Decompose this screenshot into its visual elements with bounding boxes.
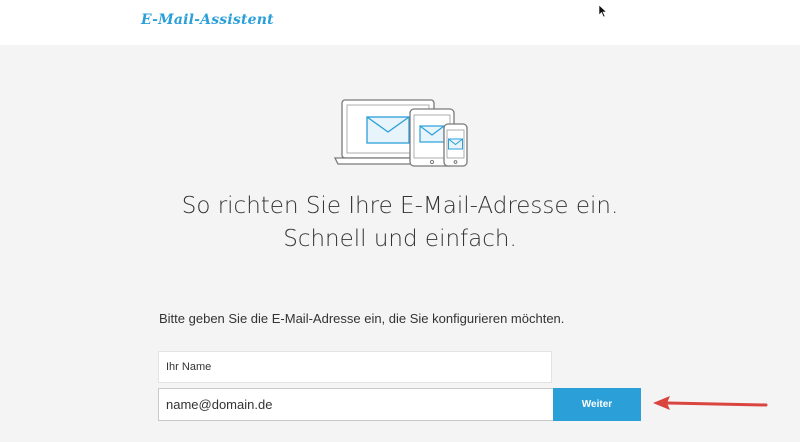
- headline-line-1: So richten Sie Ihre E-Mail-Adresse ein.: [181, 193, 619, 219]
- email-input[interactable]: [158, 388, 554, 421]
- page-headline: So richten Sie Ihre E-Mail-Adresse ein. …: [0, 190, 800, 256]
- laptop-tablet-phone-mail-icon: [334, 99, 468, 167]
- name-input[interactable]: [158, 351, 552, 383]
- headline-line-2: Schnell und einfach.: [283, 226, 517, 252]
- red-arrow-left-icon: [653, 396, 768, 410]
- header: E-Mail-Assistent: [0, 0, 800, 45]
- weiter-button[interactable]: Weiter: [553, 388, 641, 421]
- instruction-text: Bitte geben Sie die E-Mail-Adresse ein, …: [159, 311, 565, 326]
- mouse-cursor-icon: [598, 4, 608, 18]
- logo[interactable]: E-Mail-Assistent: [141, 12, 274, 28]
